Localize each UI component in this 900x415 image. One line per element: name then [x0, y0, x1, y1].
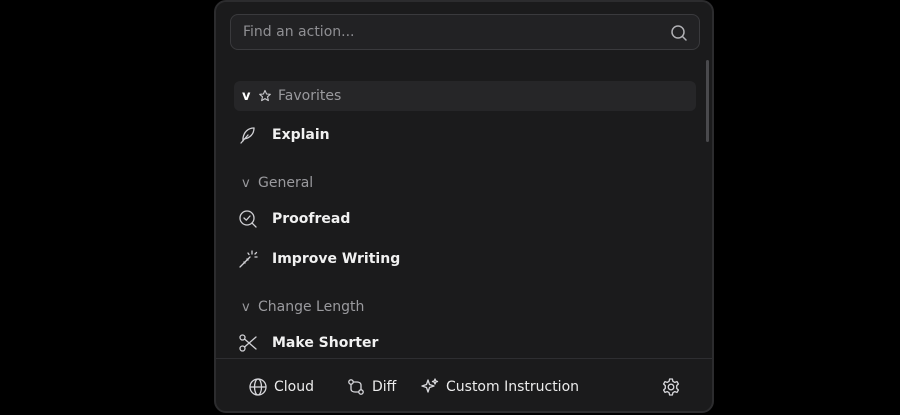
- cloud-button[interactable]: Cloud: [248, 375, 314, 399]
- search-icon[interactable]: [669, 23, 689, 43]
- group-header-general[interactable]: v General: [234, 168, 696, 198]
- gear-icon[interactable]: [661, 377, 681, 397]
- group-label-change-length: Change Length: [258, 299, 365, 315]
- scissors-icon: [238, 333, 258, 353]
- search-check-icon: [238, 209, 258, 229]
- action-improve-writing[interactable]: Improve Writing: [238, 243, 696, 275]
- globe-icon: [248, 377, 268, 397]
- group-header-change-length[interactable]: v Change Length: [234, 292, 696, 322]
- action-explain[interactable]: Explain: [238, 119, 696, 151]
- group-label-general: General: [258, 175, 314, 191]
- list-scrollbar[interactable]: [706, 60, 709, 142]
- chevron-down-icon: v: [242, 299, 250, 315]
- star-icon: [258, 89, 272, 103]
- custom-instruction-button[interactable]: Custom Instruction: [420, 375, 579, 399]
- action-label: Proofread: [272, 211, 351, 227]
- chevron-down-icon: v: [242, 175, 250, 191]
- magic-wand-icon: [238, 249, 258, 269]
- action-label: Improve Writing: [272, 251, 401, 267]
- sparkle-icon: [420, 377, 440, 397]
- action-proofread[interactable]: Proofread: [238, 203, 696, 235]
- chevron-down-icon: v: [242, 88, 251, 104]
- custom-instruction-label: Custom Instruction: [446, 379, 580, 395]
- search-box[interactable]: [230, 14, 700, 50]
- feather-icon: [238, 125, 258, 145]
- action-palette: v Favorites Explain v General: [214, 0, 714, 413]
- action-list: v Favorites Explain v General Proofread …: [216, 60, 712, 358]
- action-label: Make Shorter: [272, 335, 379, 351]
- action-footer: Cloud Diff Custom Instruction: [216, 358, 712, 411]
- diff-label: Diff: [372, 379, 397, 395]
- search-input[interactable]: [231, 15, 663, 49]
- diff-button[interactable]: Diff: [346, 375, 396, 399]
- group-header-favorites[interactable]: v Favorites: [234, 81, 696, 111]
- group-label-favorites: Favorites: [278, 88, 342, 104]
- git-compare-icon: [346, 377, 366, 397]
- action-make-shorter[interactable]: Make Shorter: [238, 327, 696, 358]
- cloud-label: Cloud: [274, 379, 314, 395]
- action-label: Explain: [272, 127, 330, 143]
